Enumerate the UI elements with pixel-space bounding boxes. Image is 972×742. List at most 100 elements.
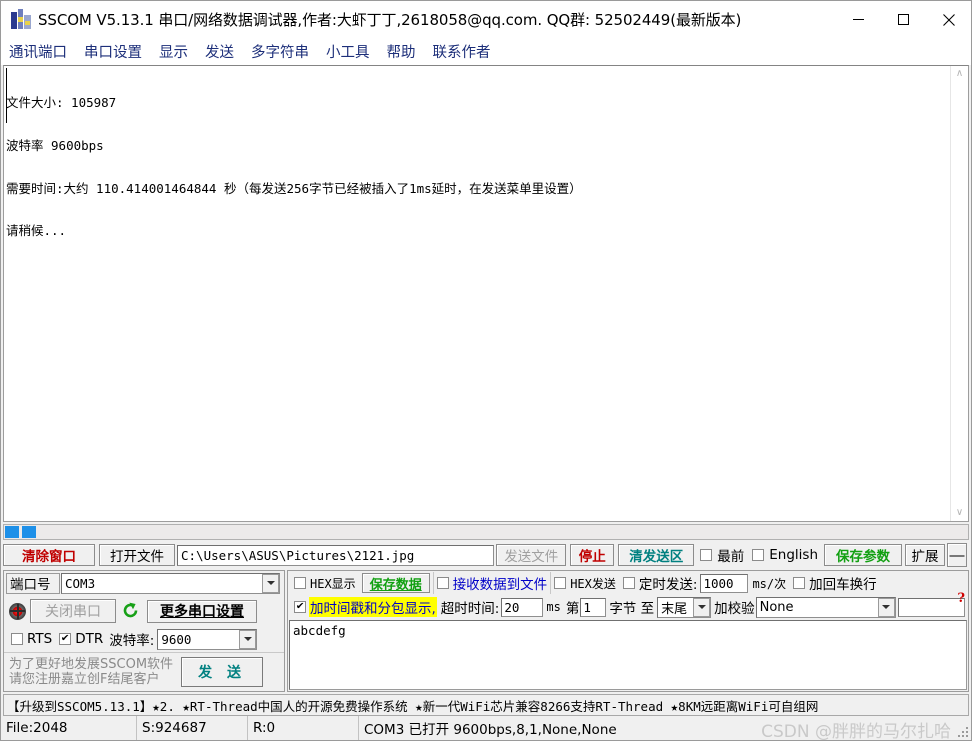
english-label: English — [769, 547, 818, 563]
menu-tools[interactable]: 小工具 — [326, 41, 370, 62]
checksum-extra-input[interactable] — [897, 597, 965, 617]
extend-button[interactable]: 扩展 — [905, 544, 945, 566]
port-value: COM3 — [65, 575, 96, 591]
byte-to-label: 字节 至 — [609, 601, 655, 617]
baudrate-select[interactable]: 9600 — [157, 628, 258, 650]
hex-display-label: HEX显示 — [310, 576, 356, 591]
port-row: 端口号 COM3 — [4, 571, 284, 596]
receive-scrollbar[interactable]: ∧ ∨ — [950, 66, 968, 521]
crlf-checkbox[interactable] — [793, 577, 806, 589]
port-number-label: 端口号 — [6, 572, 60, 594]
menu-send[interactable]: 发送 — [205, 41, 234, 62]
receive-line: 文件大小: 105987 — [6, 95, 117, 111]
rts-checkbox[interactable] — [11, 633, 23, 646]
timestamp-checkbox[interactable] — [294, 601, 306, 613]
timeout-input[interactable]: 20 — [501, 597, 544, 617]
rts-label: RTS — [27, 631, 53, 648]
scroll-down-icon[interactable]: ∨ — [956, 508, 963, 518]
receive-text[interactable]: 文件大小: 105987 波特率 9600bps 需要时间:大约 110.414… — [4, 66, 950, 521]
advertisement-bar[interactable]: 【升级到SSCOM5.13.1】★2. ★RT-Thread中国人的开源免费操作… — [3, 694, 969, 716]
file-toolbar: 清除窗口 打开文件 C:\Users\ASUS\Pictures\2121.jp… — [3, 542, 969, 568]
ms-unit-label: ms — [546, 600, 561, 614]
status-recv-count: R:0 — [247, 716, 358, 740]
ms-per-time-label: ms/次 — [752, 576, 787, 591]
sscom-window: SSCOM V5.13.1 串口/网络数据调试器,作者:大虾丁丁,2618058… — [0, 0, 972, 742]
register-note-line1: 为了更好地发展SSCOM软件 — [9, 657, 174, 673]
menu-port-settings[interactable]: 串口设置 — [84, 41, 142, 62]
checksum-value: None — [759, 599, 794, 615]
stop-button[interactable]: 停止 — [570, 544, 615, 566]
byte-from-label: 第 — [565, 601, 580, 617]
timestamp-options-row: 加时间戳和分包显示, 超时时间: 20 ms 第 1 字节 至 末尾 加校验 N… — [288, 591, 968, 619]
timed-send-checkbox[interactable] — [622, 577, 635, 589]
checksum-select[interactable]: None — [755, 596, 896, 618]
save-data-button[interactable]: 保存数据 — [361, 573, 430, 593]
bottom-panels: 端口号 COM3 关闭串口 更多串口设置 RTS ✔ DTR 波特率: 9600… — [3, 570, 969, 692]
watermark-text: CSDN @胖胖的马尔扎哈 — [761, 722, 951, 742]
status-sent-count: S:924687 — [136, 716, 247, 740]
menu-comm-port[interactable]: 通讯端口 — [9, 41, 67, 62]
timeout-label: 超时时间: — [440, 601, 500, 617]
clear-window-button[interactable]: 清除窗口 — [3, 544, 95, 566]
timed-send-label: 定时发送: — [638, 577, 698, 593]
timestamp-label: 加时间戳和分包显示, — [309, 597, 437, 617]
hex-send-checkbox[interactable] — [554, 577, 567, 589]
scroll-up-icon[interactable]: ∧ — [956, 69, 963, 79]
chevron-down-icon[interactable] — [239, 629, 257, 649]
refresh-icon[interactable] — [121, 601, 140, 621]
progress-block — [22, 526, 36, 538]
window-controls — [836, 1, 971, 38]
progress-block — [5, 526, 19, 538]
send-button[interactable]: 发 送 — [181, 657, 264, 688]
close-port-button[interactable]: 关闭串口 — [30, 599, 116, 624]
more-port-settings-button[interactable]: 更多串口设置 — [147, 599, 257, 623]
register-note: 为了更好地发展SSCOM软件 请您注册嘉立创F结尾客户 — [6, 657, 173, 687]
dtr-checkbox[interactable] — [59, 633, 72, 646]
window-title: SSCOM V5.13.1 串口/网络数据调试器,作者:大虾丁丁,2618058… — [38, 11, 742, 29]
maximize-button[interactable] — [881, 1, 926, 38]
hex-display-checkbox[interactable] — [294, 577, 306, 589]
register-note-row: 为了更好地发展SSCOM软件 请您注册嘉立创F结尾客户 发 送 — [4, 652, 284, 691]
byte-from-input[interactable]: 1 — [580, 597, 607, 617]
help-icon[interactable]: ? — [957, 591, 965, 606]
byte-to-select[interactable]: 末尾 — [657, 596, 712, 618]
save-params-button[interactable]: 保存参数 — [824, 544, 902, 566]
chevron-down-icon[interactable] — [693, 597, 711, 617]
flow-control-row: RTS DTR 波特率: 9600 — [4, 627, 284, 653]
receive-area[interactable]: 文件大小: 105987 波特率 9600bps 需要时间:大约 110.414… — [3, 65, 969, 522]
menu-help[interactable]: 帮助 — [387, 41, 416, 62]
english-checkbox[interactable] — [752, 549, 765, 561]
chevron-down-icon[interactable] — [262, 573, 279, 593]
file-path-input[interactable]: C:\Users\ASUS\Pictures\2121.jpg — [177, 544, 495, 566]
port-status-icon — [9, 602, 26, 620]
menu-multi-string[interactable]: 多字符串 — [251, 41, 309, 62]
dtr-label: DTR — [75, 631, 104, 648]
send-file-button[interactable]: 发送文件 — [496, 544, 567, 566]
menu-display[interactable]: 显示 — [159, 41, 188, 62]
chevron-down-icon[interactable] — [877, 597, 895, 617]
minimize-button[interactable] — [836, 1, 881, 38]
port-select[interactable]: COM3 — [61, 572, 280, 594]
title-bar: SSCOM V5.13.1 串口/网络数据调试器,作者:大虾丁丁,2618058… — [1, 1, 971, 39]
recv-options-row: HEX显示 保存数据 接收数据到文件 HEX发送 定时发送: 1000 ms/次… — [288, 571, 968, 595]
checksum-label: 加校验 — [714, 601, 755, 617]
options-panel: HEX显示 保存数据 接收数据到文件 HEX发送 定时发送: 1000 ms/次… — [287, 570, 969, 692]
close-button[interactable] — [926, 1, 971, 38]
baudrate-value: 9600 — [161, 631, 192, 647]
collapse-button[interactable]: — — [947, 543, 967, 567]
resize-grip[interactable] — [957, 726, 969, 738]
app-logo-icon — [10, 8, 32, 31]
crlf-label: 加回车换行 — [809, 577, 877, 593]
open-file-button[interactable]: 打开文件 — [99, 544, 175, 566]
transfer-progress-bar — [3, 524, 969, 540]
send-text-area[interactable]: abcdefg — [289, 620, 967, 690]
hex-send-label: HEX发送 — [570, 576, 616, 591]
clear-send-area-button[interactable]: 清发送区 — [618, 544, 695, 566]
receive-line: 需要时间:大约 110.414001464844 秒（每发送256字节已经被插入… — [6, 180, 582, 196]
serial-port-panel: 端口号 COM3 关闭串口 更多串口设置 RTS ✔ DTR 波特率: 9600… — [3, 570, 285, 692]
recv-to-file-checkbox[interactable] — [436, 577, 449, 589]
timed-send-interval-input[interactable]: 1000 — [700, 573, 749, 593]
menu-contact-author[interactable]: 联系作者 — [433, 41, 491, 62]
topmost-checkbox[interactable] — [700, 549, 713, 561]
receive-line: 波特率 9600bps — [6, 138, 104, 154]
